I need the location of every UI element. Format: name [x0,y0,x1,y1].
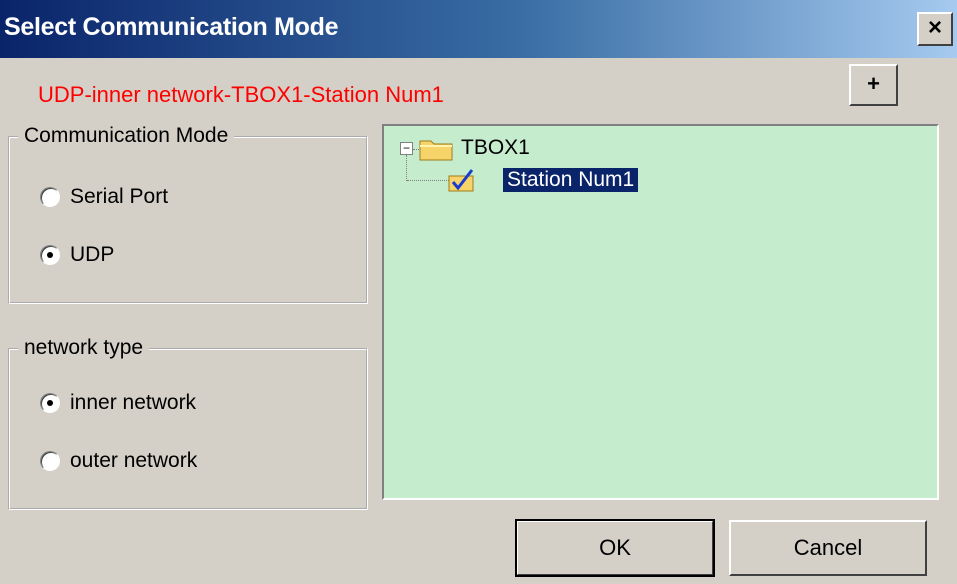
outer-network-radio-dot[interactable] [40,451,60,471]
title-bar: Select Communication Mode × [0,0,957,58]
ok-button[interactable]: OK [515,519,715,577]
udp-radio-dot[interactable] [40,245,60,265]
tree-node-station-num1[interactable]: Station Num1 [503,168,639,192]
station-check-icon [448,169,474,192]
network-type-legend: network type [18,336,150,360]
cancel-button[interactable]: Cancel [729,520,927,576]
serial-port-label: Serial Port [70,185,169,208]
add-button[interactable]: + [849,64,898,106]
udp-label: UDP [70,243,115,266]
inner-network-label: inner network [70,391,197,414]
tree-node-tbox1[interactable]: TBOX1 [461,136,530,160]
tree-connector [407,180,451,181]
network-type-group: network type inner network outer network [8,336,368,510]
close-button[interactable]: × [917,12,953,46]
close-icon: × [927,14,942,41]
collapse-toggle[interactable]: − [400,142,413,155]
communication-mode-legend: Communication Mode [18,124,235,148]
communication-mode-group: Communication Mode Serial Port UDP [8,124,368,304]
station-tree[interactable]: − TBOX1 Station Num1 [382,124,939,500]
inner-network-radio-dot[interactable] [40,393,60,413]
outer-network-label: outer network [70,449,198,472]
window-title: Select Communication Mode [4,13,339,41]
selection-summary: UDP-inner network-TBOX1-Station Num1 [38,82,444,107]
serial-port-radio-dot[interactable] [40,187,60,207]
folder-icon [419,140,453,161]
tree-connector [406,155,407,181]
